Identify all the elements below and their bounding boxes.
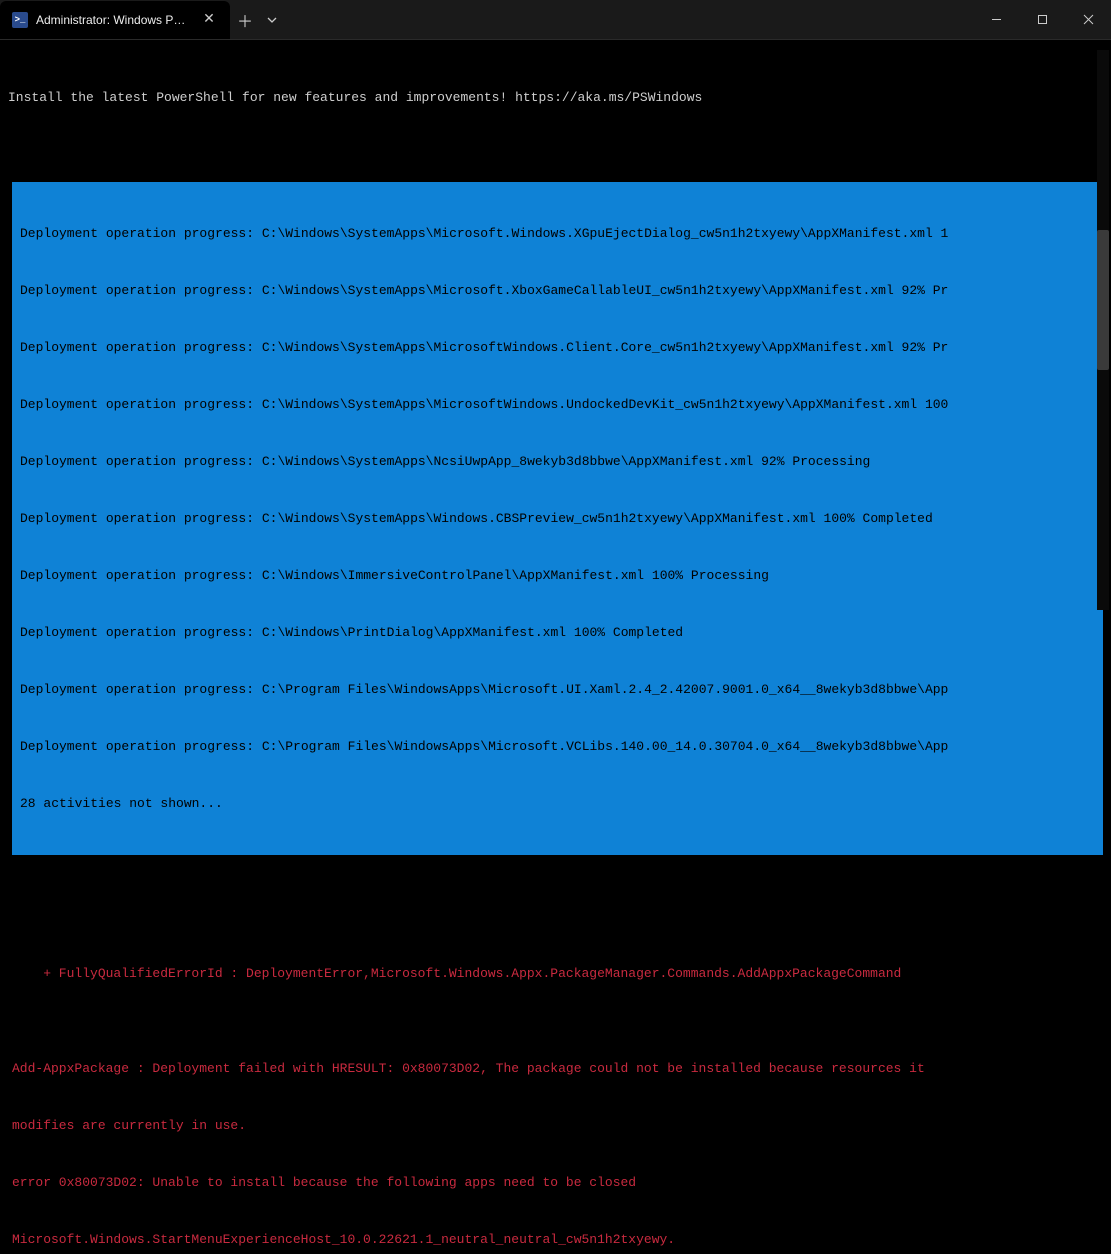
error-block: + FullyQualifiedErrorId : DeploymentErro…: [8, 926, 1103, 1254]
error-line: Microsoft.Windows.StartMenuExperienceHos…: [12, 1230, 1103, 1249]
titlebar: >_ Administrator: Windows Powe ✕ ＋: [0, 0, 1111, 40]
progress-line: Deployment operation progress: C:\Window…: [20, 452, 1095, 471]
maximize-button[interactable]: [1019, 0, 1065, 40]
tab-dropdown-button[interactable]: [260, 17, 284, 23]
new-tab-button[interactable]: ＋: [230, 8, 260, 32]
close-tab-button[interactable]: ✕: [200, 11, 218, 28]
error-line: Add-AppxPackage : Deployment failed with…: [12, 1059, 1103, 1078]
progress-line: Deployment operation progress: C:\Window…: [20, 338, 1095, 357]
progress-line: Deployment operation progress: C:\Window…: [20, 224, 1095, 243]
scrollbar-thumb[interactable]: [1097, 230, 1109, 370]
progress-line: Deployment operation progress: C:\Progra…: [20, 737, 1095, 756]
progress-line: Deployment operation progress: C:\Window…: [20, 395, 1095, 414]
error-line: error 0x80073D02: Unable to install beca…: [12, 1173, 1103, 1192]
close-window-button[interactable]: [1065, 0, 1111, 40]
active-tab[interactable]: >_ Administrator: Windows Powe ✕: [0, 1, 230, 39]
progress-line: Deployment operation progress: C:\Progra…: [20, 680, 1095, 699]
error-line: + FullyQualifiedErrorId : DeploymentErro…: [12, 964, 1103, 983]
terminal-content[interactable]: Install the latest PowerShell for new fe…: [0, 40, 1111, 1254]
install-message: Install the latest PowerShell for new fe…: [8, 88, 1103, 107]
progress-line: Deployment operation progress: C:\Window…: [20, 623, 1095, 642]
powershell-icon: >_: [12, 12, 28, 28]
progress-block: Deployment operation progress: C:\Window…: [12, 182, 1103, 855]
progress-line: Deployment operation progress: C:\Window…: [20, 281, 1095, 300]
minimize-button[interactable]: [973, 0, 1019, 40]
tab-title: Administrator: Windows Powe: [36, 13, 192, 27]
scrollbar-track[interactable]: [1097, 50, 1109, 610]
progress-line: Deployment operation progress: C:\Window…: [20, 509, 1095, 528]
error-line: modifies are currently in use.: [12, 1116, 1103, 1135]
progress-line: 28 activities not shown...: [20, 794, 1095, 813]
progress-line: Deployment operation progress: C:\Window…: [20, 566, 1095, 585]
